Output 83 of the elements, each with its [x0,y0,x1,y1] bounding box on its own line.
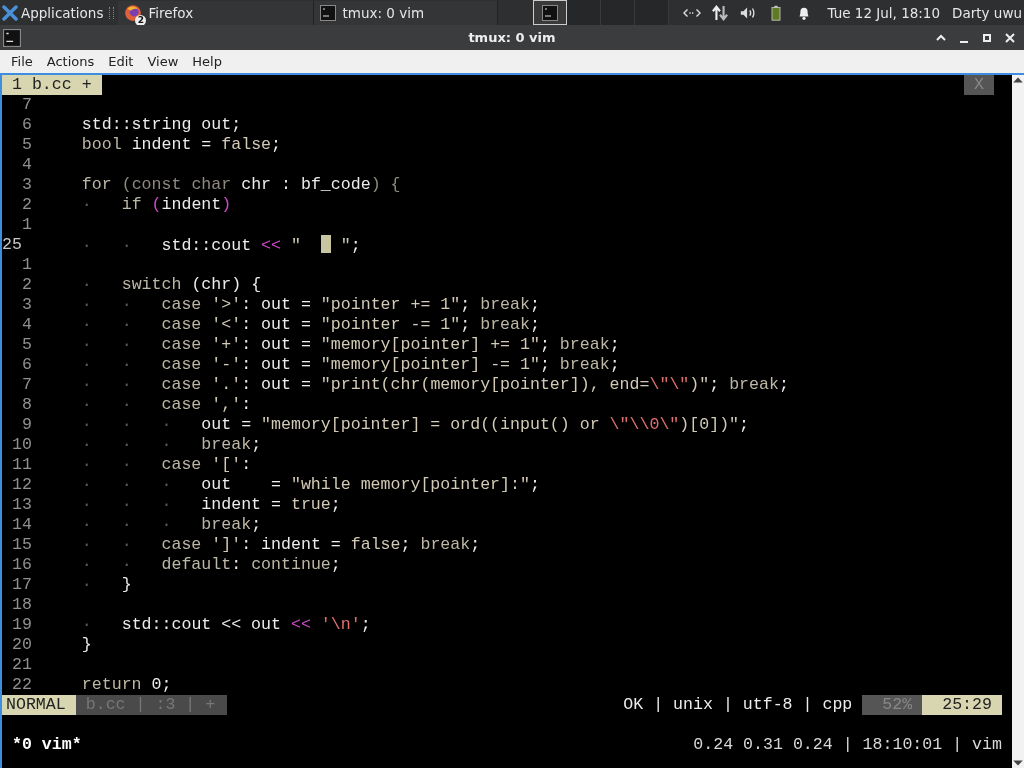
code-line: · · case '>': out = "pointer += 1"; break; [80,295,540,315]
taskbar-button[interactable]: tmux: 0 vim [314,0,499,25]
line-number: 3 [21,175,32,195]
file-format-info: OK | unix | utf-8 | cpp [623,695,854,715]
menu-item[interactable]: Help [185,54,229,69]
code-line: · · case '[': [80,455,252,475]
line-number: 16 [11,555,32,575]
code-line: · · · out = "memory[pointer] = ord((input() or \"\\0\")[0])"; [80,415,750,435]
code-line: return 0; [80,675,172,695]
tmux-window-label: *0 vim* [11,735,82,755]
terminal-icon [3,28,21,47]
line-number: 13 [11,495,32,515]
code-line: · } [80,575,132,595]
code-line: · · default: continue; [80,555,341,575]
line-number: 15 [11,535,32,555]
line-number: 10 [11,435,32,455]
cursor-position: 25:29 [922,695,1002,715]
line-number: 6 [21,115,32,135]
line-number: 1 [21,255,32,275]
line-number: 5 [21,335,32,355]
line-number: 7 [21,95,32,115]
code-line: · · · break; [80,515,262,535]
line-number: 8 [21,395,32,415]
menu-item[interactable]: File [4,54,40,69]
line-number: 22 [11,675,32,695]
close-icon[interactable] [1004,31,1016,44]
line-number: 11 [11,455,32,475]
line-number: 4 [21,315,32,335]
code-line: · · case '+': out = "memory[pointer] += 1"; break; [80,335,620,355]
user-name[interactable]: Darty uwu [952,4,1022,21]
line-number: 12 [11,475,32,495]
line-number: 6 [21,355,32,375]
maximize-icon[interactable] [981,31,993,44]
code-line: · if (indent) [80,195,232,215]
line-number: 21 [11,655,32,675]
code-line: for (const char chr : bf_code) { [80,175,401,195]
menu-item[interactable]: Actions [39,54,102,69]
count-badge: 2 [135,14,147,26]
line-number: 17 [11,575,32,595]
code-line: · switch (chr) { [80,275,262,295]
applications-menu[interactable]: Applications [0,0,106,25]
menu-item[interactable]: Edit [101,54,141,69]
terminal-icon [542,4,559,21]
code-line: · · · break; [80,435,262,455]
line-number: 18 [11,595,32,615]
panel-handle-icon [109,6,115,19]
tmux-status: 0.24 0.31 0.24 | 18:10:01 | vim [693,735,1003,755]
buffer-tab[interactable]: 1 b.cc + [2,75,102,95]
line-number: 20 [11,635,32,655]
code-line: } [80,635,92,655]
code-line: · · case '-': out = "memory[pointer] -= 1"; break; [80,355,620,375]
line-number: 3 [21,295,32,315]
code-line: · · case ',': [80,395,252,415]
line-number: 1 [21,215,32,235]
scroll-down-icon[interactable] [1012,758,1024,768]
line-number: 19 [11,615,32,635]
mode-indicator: NORMAL [2,695,76,715]
code-line: · · · indent = true; [80,495,341,515]
line-number: 14 [11,515,32,535]
code-line: · · case '<': out = "pointer -= 1"; break; [80,315,540,335]
code-line: · std::cout << out << '\n'; [80,615,371,635]
code-line: · · · out = "while memory[pointer]:"; [80,475,540,495]
menu-item[interactable]: View [140,54,186,69]
line-number: 2 [21,275,32,295]
line-number: 5 [21,135,32,155]
line-number: 9 [21,415,32,435]
code-line: bool indent = false; [80,135,282,155]
line-number: 7 [21,375,32,395]
clock[interactable]: Tue 12 Jul, 18:10 [827,4,941,21]
globe-icon [124,3,143,22]
code-line: · · case ']': indent = false; break; [80,535,481,555]
code-line: · · std::cout << " "; [80,235,361,255]
line-number: 4 [21,155,32,175]
code-line: std::string out; [80,115,242,135]
taskbar-button[interactable]: 2 Firefox [118,0,315,25]
terminal-icon [320,4,337,21]
x-logo-icon [2,4,18,21]
line-number: 25 [2,235,23,255]
code-line: · · case '.': out = "print(chr(memory[pointer]), end=\"\")"; break; [80,375,789,395]
scrollbar[interactable] [1012,75,1024,768]
window-title: tmux: 0 vim [468,30,556,45]
transfer-arrows-icon[interactable] [711,4,730,21]
line-number: 2 [21,195,32,215]
